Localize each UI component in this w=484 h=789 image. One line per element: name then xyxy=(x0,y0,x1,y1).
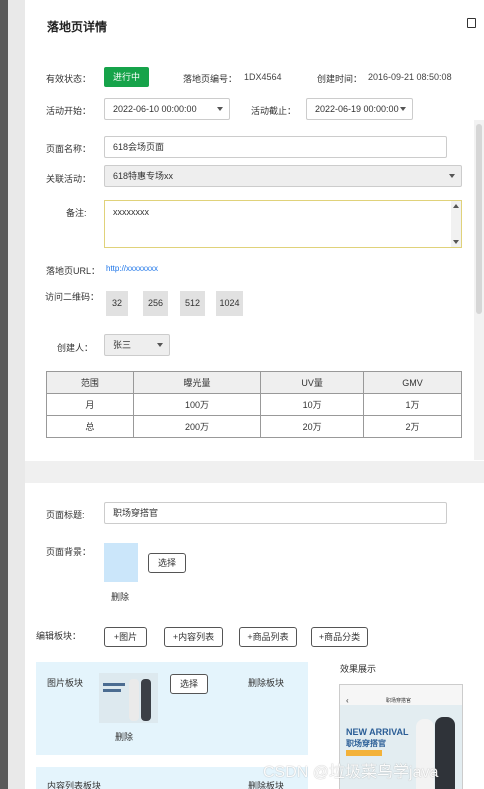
preview-status-bar: ‹ 职场穿搭官 xyxy=(340,685,462,705)
table-row: 月 100万 10万 1万 xyxy=(46,393,463,416)
table-row: 总 200万 20万 2万 xyxy=(46,415,463,438)
dialog-header: 落地页详情 xyxy=(25,0,484,50)
table-cell: 200万 xyxy=(132,415,262,438)
table-cell: 2万 xyxy=(362,415,463,438)
preview-page-title: 职场穿搭官 xyxy=(386,698,412,704)
window-edge xyxy=(0,0,8,789)
detail-dialog: 落地页详情 有效状态： 进行中 落地页编号： 1DX4564 创建时间： 201… xyxy=(25,0,484,789)
name-label: 页面名称： xyxy=(46,144,92,154)
creator-value: 张三 xyxy=(113,340,132,350)
preview-label: 效果展示 xyxy=(340,664,377,674)
watermark: CSDN @垃圾菜鸟学java xyxy=(263,764,439,781)
created-value: 2016-09-21 08:50:08 xyxy=(368,72,452,82)
creator-select[interactable]: 张三 xyxy=(104,334,170,356)
maximize-icon[interactable] xyxy=(467,18,476,28)
url-link[interactable]: http://xxxxxxxx xyxy=(106,264,158,273)
image-block-label: 图片板块 xyxy=(47,678,84,688)
start-datetime-value: 2022-06-10 00:00:00 xyxy=(113,104,197,114)
page-no-label: 落地页编号： xyxy=(183,74,238,84)
table-cell: 总 xyxy=(46,415,134,438)
note-textarea[interactable]: xxxxxxxx xyxy=(104,200,462,248)
table-cell: 100万 xyxy=(132,393,262,416)
bg-select-button[interactable]: 选择 xyxy=(148,553,186,573)
end-datetime-select[interactable]: 2022-06-19 00:00:00 xyxy=(306,98,413,120)
block-image-thumbnail xyxy=(99,673,158,723)
start-label: 活动开始： xyxy=(46,106,92,116)
table-cell: 10万 xyxy=(260,393,364,416)
scroll-up-icon[interactable] xyxy=(453,204,459,208)
stats-table: 范围 曝光量 UV量 GMV 月 100万 10万 1万 总 200万 20万 … xyxy=(46,371,463,438)
add-product-category-button[interactable]: +商品分类 xyxy=(311,627,368,647)
bg-label: 页面背景： xyxy=(46,547,92,557)
edit-blocks-label: 编辑板块： xyxy=(36,631,82,641)
image-select-button[interactable]: 选择 xyxy=(170,674,208,694)
table-cell: 1万 xyxy=(362,393,463,416)
table-header-row: 范围 曝光量 UV量 GMV xyxy=(46,371,463,394)
table-header: UV量 xyxy=(260,371,364,394)
created-label: 创建时间： xyxy=(317,74,363,84)
table-cell: 月 xyxy=(46,393,134,416)
hero-subheadline: 职场穿搭官 xyxy=(346,739,386,748)
note-label: 备注: xyxy=(66,208,87,218)
hero-headline: NEW ARRIVAL xyxy=(346,727,409,737)
chevron-down-icon xyxy=(217,107,223,111)
page-name-input[interactable]: 618会场页面 xyxy=(104,136,447,158)
section-divider xyxy=(25,461,484,483)
qr-size-512-button[interactable]: 512 xyxy=(180,291,205,316)
activity-value: 618特惠专场xx xyxy=(113,171,174,181)
note-value: xxxxxxxx xyxy=(113,207,149,217)
page-no-value: 1DX4564 xyxy=(244,72,282,82)
activity-label: 关联活动： xyxy=(46,174,92,184)
bg-delete-link[interactable]: 删除 xyxy=(111,590,129,603)
add-product-list-button[interactable]: +商品列表 xyxy=(239,627,297,647)
qr-size-256-button[interactable]: 256 xyxy=(143,291,168,316)
page-title-input[interactable]: 职场穿搭官 xyxy=(104,502,447,524)
table-header: GMV xyxy=(362,371,463,394)
table-header: 曝光量 xyxy=(132,371,262,394)
content-list-block-label: 内容列表板块 xyxy=(47,781,102,789)
delete-image-link[interactable]: 删除 xyxy=(115,730,133,743)
delete-image-block-button[interactable]: 删除板块 xyxy=(248,676,284,689)
table-header: 范围 xyxy=(46,371,134,394)
end-datetime-value: 2022-06-19 00:00:00 xyxy=(315,104,399,114)
page-title-label: 页面标题: xyxy=(46,510,85,520)
scrollbar[interactable] xyxy=(474,120,484,460)
scroll-down-icon[interactable] xyxy=(453,240,459,244)
table-cell: 20万 xyxy=(260,415,364,438)
side-panel xyxy=(8,0,25,789)
qr-label: 访问二维码： xyxy=(45,292,100,302)
chevron-down-icon xyxy=(449,174,455,178)
add-image-button[interactable]: +图片 xyxy=(104,627,147,647)
image-block: 图片板块 选择 删除板块 删除 xyxy=(36,662,308,755)
qr-size-1024-button[interactable]: 1024 xyxy=(216,291,243,316)
status-badge: 进行中 xyxy=(104,67,149,87)
back-icon: ‹ xyxy=(346,696,349,705)
textarea-scrollbar[interactable] xyxy=(451,201,461,247)
background-preview xyxy=(104,543,138,582)
status-label: 有效状态： xyxy=(46,74,92,84)
end-label: 活动截止： xyxy=(251,106,297,116)
chevron-down-icon xyxy=(157,343,163,347)
activity-select[interactable]: 618特惠专场xx xyxy=(104,165,462,187)
qr-size-32-button[interactable]: 32 xyxy=(106,291,128,316)
url-label: 落地页URL： xyxy=(46,266,101,276)
add-content-list-button[interactable]: +内容列表 xyxy=(164,627,223,647)
scrollbar-thumb[interactable] xyxy=(476,124,482,314)
creator-label: 创建人： xyxy=(57,343,94,353)
start-datetime-select[interactable]: 2022-06-10 00:00:00 xyxy=(104,98,230,120)
dialog-title: 落地页详情 xyxy=(47,20,108,34)
chevron-down-icon xyxy=(400,107,406,111)
